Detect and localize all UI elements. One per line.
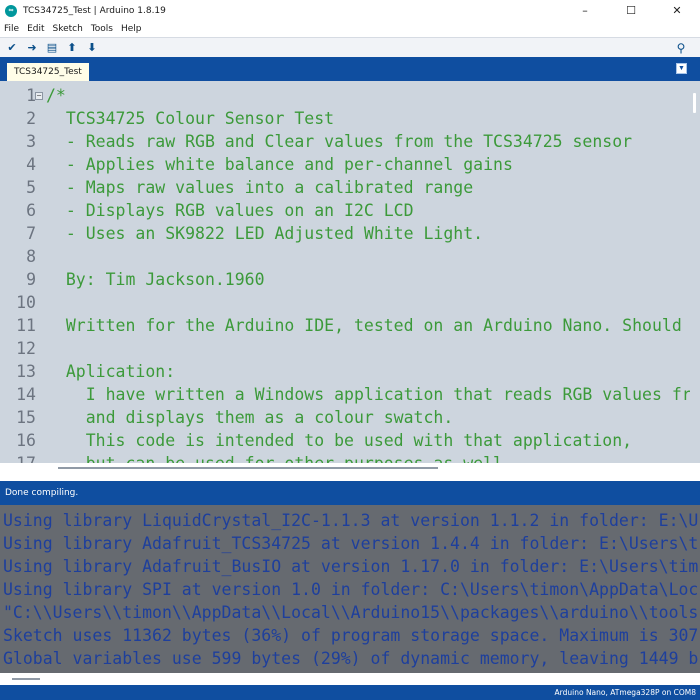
line-number: 2 <box>26 109 36 128</box>
code-line: - Displays RGB values on an I2C LCD <box>46 201 414 220</box>
menu-help[interactable]: Help <box>117 24 146 34</box>
minimize-button[interactable]: – <box>562 0 608 21</box>
code-line: and displays them as a colour swatch. <box>46 408 454 427</box>
line-number: 9 <box>26 270 36 289</box>
line-number: 8 <box>26 247 36 266</box>
menu-file[interactable]: File <box>0 24 23 34</box>
editor-horizontal-scrollbar[interactable] <box>0 463 700 475</box>
line-number: 7 <box>26 224 36 243</box>
new-icon[interactable]: ▤ <box>42 39 62 57</box>
tab-bar: TCS34725_Test ▼ <box>0 57 700 81</box>
console-line: Sketch uses 11362 bytes (36%) of program… <box>3 626 699 645</box>
serial-monitor-icon[interactable]: ⚲ <box>672 39 690 57</box>
line-number: 10 <box>16 293 36 312</box>
console-line: Using library Adafruit_BusIO at version … <box>3 557 699 576</box>
maximize-button[interactable]: ☐ <box>608 0 654 21</box>
line-number: 6 <box>26 201 36 220</box>
editor-vertical-scrollbar[interactable] <box>693 93 696 113</box>
console-horizontal-scrollbar[interactable] <box>0 673 700 685</box>
fold-collapse-icon[interactable]: − <box>35 92 43 100</box>
verify-icon[interactable]: ✔ <box>2 39 22 57</box>
console-horizontal-scroll-thumb[interactable] <box>12 678 40 680</box>
window-controls: – ☐ ✕ <box>562 0 700 21</box>
line-number-gutter: − 1234567891011121314151617 <box>0 81 46 475</box>
title-bar: ∞ TCS34725_Test | Arduino 1.8.19 – ☐ ✕ <box>0 0 700 21</box>
editor-horizontal-scroll-thumb[interactable] <box>58 467 438 469</box>
console-line: "C:\\Users\\timon\\AppData\\Local\\Ardui… <box>3 603 699 622</box>
code-line: I have written a Windows application tha… <box>46 385 690 404</box>
code-line: - Uses an SK9822 LED Adjusted White Ligh… <box>46 224 484 243</box>
code-line: Written for the Arduino IDE, tested on a… <box>46 316 690 335</box>
line-number: 13 <box>16 362 36 381</box>
line-number: 11 <box>16 316 36 335</box>
console-line: Using library LiquidCrystal_I2C-1.1.3 at… <box>3 511 699 530</box>
menu-edit[interactable]: Edit <box>23 24 48 34</box>
status-bar: Done compiling. <box>0 481 700 505</box>
line-number: 14 <box>16 385 36 404</box>
line-number: 16 <box>16 431 36 450</box>
output-console[interactable]: Using library LiquidCrystal_I2C-1.1.3 at… <box>0 505 700 673</box>
tab-menu-chevron-down-icon[interactable]: ▼ <box>676 63 687 74</box>
code-line: TCS34725 Colour Sensor Test <box>46 109 335 128</box>
save-icon[interactable]: ⬇ <box>82 39 102 57</box>
close-button[interactable]: ✕ <box>654 0 700 21</box>
upload-icon[interactable]: ➜ <box>22 39 42 57</box>
line-number: 5 <box>26 178 36 197</box>
code-line: This code is intended to be used with th… <box>46 431 633 450</box>
code-editor[interactable]: − 1234567891011121314151617 /* TCS34725 … <box>0 81 700 475</box>
line-number: 15 <box>16 408 36 427</box>
code-line: By: Tim Jackson.1960 <box>46 270 265 289</box>
menu-bar: File Edit Sketch Tools Help <box>0 21 700 37</box>
board-info-bar: Arduino Nano, ATmega328P on COM8 <box>0 685 700 700</box>
code-line: - Applies white balance and per-channel … <box>46 155 513 174</box>
tab-tcs34725-test[interactable]: TCS34725_Test <box>7 63 89 81</box>
line-number: 12 <box>16 339 36 358</box>
toolbar: ✔ ➜ ▤ ⬆ ⬇ ⚲ <box>0 37 700 57</box>
console-line: Using library Adafruit_TCS34725 at versi… <box>3 534 699 553</box>
menu-tools[interactable]: Tools <box>87 24 117 34</box>
code-line: /* <box>46 86 66 105</box>
console-line: Global variables use 599 bytes (29%) of … <box>3 649 699 668</box>
board-info: Arduino Nano, ATmega328P on COM8 <box>554 688 696 697</box>
code-line: - Reads raw RGB and Clear values from th… <box>46 132 633 151</box>
line-number: 1 <box>26 86 36 105</box>
line-number: 3 <box>26 132 36 151</box>
console-line: Using library SPI at version 1.0 in fold… <box>3 580 699 599</box>
code-text-area[interactable]: /* TCS34725 Colour Sensor Test - Reads r… <box>46 81 690 475</box>
code-line: Aplication: <box>46 362 176 381</box>
code-line: - Maps raw values into a calibrated rang… <box>46 178 474 197</box>
status-message: Done compiling. <box>5 488 79 498</box>
arduino-logo-icon: ∞ <box>5 4 17 17</box>
line-number: 4 <box>26 155 36 174</box>
window-title: TCS34725_Test | Arduino 1.8.19 <box>23 5 166 16</box>
open-icon[interactable]: ⬆ <box>62 39 82 57</box>
menu-sketch[interactable]: Sketch <box>49 24 87 34</box>
